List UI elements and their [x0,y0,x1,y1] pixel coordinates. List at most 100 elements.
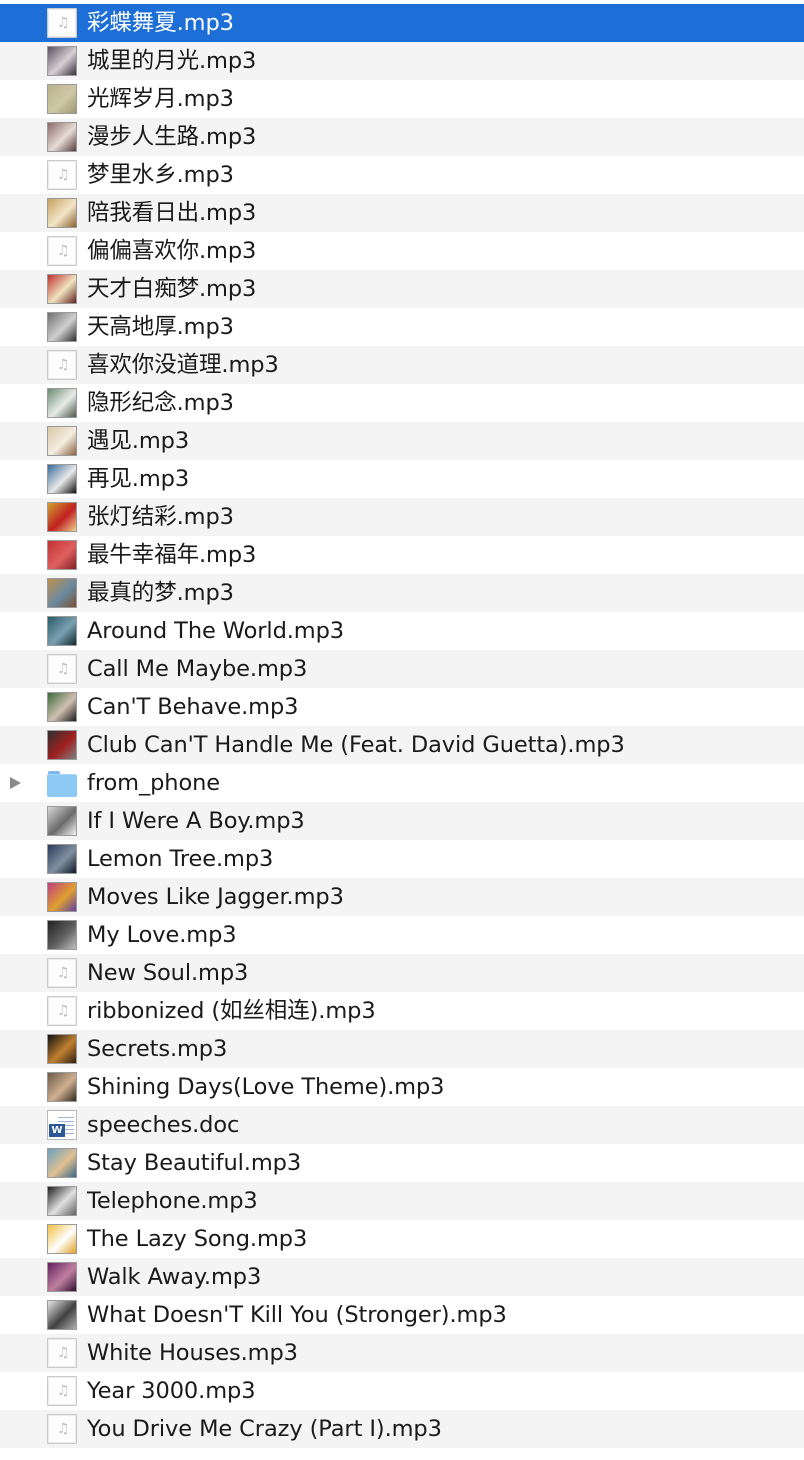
album-art-icon [47,122,77,152]
file-name-label: 偏偏喜欢你.mp3 [87,238,257,264]
file-name-label: 喜欢你没道理.mp3 [87,352,279,378]
file-row[interactable]: Shining Days(Love Theme).mp3 [0,1068,804,1106]
album-art-icon [47,844,77,874]
file-name-label: 彩蝶舞夏.mp3 [87,10,234,36]
file-name-label: My Love.mp3 [87,922,237,948]
album-art-icon [47,1148,77,1178]
file-row[interactable]: 城里的月光.mp3 [0,42,804,80]
album-art-icon [47,1034,77,1064]
file-name-label: 漫步人生路.mp3 [87,124,257,150]
file-row[interactable]: Club Can'T Handle Me (Feat. David Guetta… [0,726,804,764]
file-row[interactable]: ♫ Year 3000.mp3 [0,1372,804,1410]
album-art-icon [47,806,77,836]
file-name-label: 隐形纪念.mp3 [87,390,234,416]
file-row[interactable]: ♫ 偏偏喜欢你.mp3 [0,232,804,270]
file-row[interactable]: Lemon Tree.mp3 [0,840,804,878]
album-art-icon [47,502,77,532]
file-row[interactable]: Stay Beautiful.mp3 [0,1144,804,1182]
file-row[interactable]: 最真的梦.mp3 [0,574,804,612]
file-row[interactable]: 陪我看日出.mp3 [0,194,804,232]
album-art-icon [47,540,77,570]
file-row[interactable]: Can'T Behave.mp3 [0,688,804,726]
file-row[interactable]: ♫ New Soul.mp3 [0,954,804,992]
file-name-label: 陪我看日出.mp3 [87,200,257,226]
music-file-icon: ♫ [47,160,77,190]
file-name-label: 再见.mp3 [87,466,190,492]
file-name-label: 最牛幸福年.mp3 [87,542,257,568]
folder-row[interactable]: from_phone [0,764,804,802]
file-name-label: White Houses.mp3 [87,1340,298,1366]
file-name-label: Call Me Maybe.mp3 [87,656,308,682]
file-name-label: If I Were A Boy.mp3 [87,808,305,834]
disclosure-triangle-icon[interactable] [10,777,21,789]
file-row[interactable]: ♫ ribbonized (如丝相连).mp3 [0,992,804,1030]
file-row[interactable]: 天才白痴梦.mp3 [0,270,804,308]
album-art-icon [47,1300,77,1330]
album-art-icon [47,312,77,342]
file-row[interactable]: What Doesn'T Kill You (Stronger).mp3 [0,1296,804,1334]
file-name-label: New Soul.mp3 [87,960,249,986]
file-name-label: Lemon Tree.mp3 [87,846,274,872]
album-art-icon [47,578,77,608]
file-name-label: Around The World.mp3 [87,618,345,644]
file-row[interactable]: ♫ 彩蝶舞夏.mp3 [0,4,804,42]
file-row[interactable]: ♫ 梦里水乡.mp3 [0,156,804,194]
file-name-label: Year 3000.mp3 [87,1378,256,1404]
album-art-icon [47,1072,77,1102]
file-row[interactable]: Secrets.mp3 [0,1030,804,1068]
music-file-icon: ♫ [47,996,77,1026]
album-art-icon [47,426,77,456]
file-row[interactable]: Around The World.mp3 [0,612,804,650]
file-row[interactable]: 光辉岁月.mp3 [0,80,804,118]
file-row[interactable]: 天高地厚.mp3 [0,308,804,346]
album-art-icon [47,730,77,760]
file-row[interactable]: 最牛幸福年.mp3 [0,536,804,574]
file-name-label: 张灯结彩.mp3 [87,504,234,530]
music-file-icon: ♫ [47,1376,77,1406]
folder-icon [47,768,77,798]
file-row[interactable]: 再见.mp3 [0,460,804,498]
album-art-icon [47,1186,77,1216]
file-name-label: Telephone.mp3 [87,1188,258,1214]
album-art-icon [47,388,77,418]
file-row[interactable]: If I Were A Boy.mp3 [0,802,804,840]
word-doc-icon: W [47,1110,77,1140]
file-name-label: Secrets.mp3 [87,1036,228,1062]
album-art-icon [47,464,77,494]
file-row[interactable]: Moves Like Jagger.mp3 [0,878,804,916]
file-name-label: 梦里水乡.mp3 [87,162,234,188]
file-name-label: 遇见.mp3 [87,428,190,454]
file-row[interactable]: 遇见.mp3 [0,422,804,460]
file-name-label: Club Can'T Handle Me (Feat. David Guetta… [87,732,625,758]
file-row[interactable]: 隐形纪念.mp3 [0,384,804,422]
music-file-icon: ♫ [47,654,77,684]
file-row[interactable]: My Love.mp3 [0,916,804,954]
file-row[interactable]: ♫ 喜欢你没道理.mp3 [0,346,804,384]
file-name-label: Stay Beautiful.mp3 [87,1150,302,1176]
file-name-label: 天高地厚.mp3 [87,314,234,340]
file-row[interactable]: 张灯结彩.mp3 [0,498,804,536]
file-row[interactable]: 漫步人生路.mp3 [0,118,804,156]
music-file-icon: ♫ [47,350,77,380]
album-art-icon [47,198,77,228]
file-name-label: What Doesn'T Kill You (Stronger).mp3 [87,1302,507,1328]
file-row[interactable]: Walk Away.mp3 [0,1258,804,1296]
file-row[interactable]: ♫ White Houses.mp3 [0,1334,804,1372]
file-name-label: 城里的月光.mp3 [87,48,257,74]
music-file-icon: ♫ [47,958,77,988]
file-name-label: speeches.doc [87,1112,240,1138]
album-art-icon [47,46,77,76]
file-name-label: 最真的梦.mp3 [87,580,234,606]
file-name-label: from_phone [87,770,221,796]
file-name-label: The Lazy Song.mp3 [87,1226,308,1252]
album-art-icon [47,920,77,950]
file-row[interactable]: Wspeeches.doc [0,1106,804,1144]
album-art-icon [47,1224,77,1254]
file-row[interactable]: The Lazy Song.mp3 [0,1220,804,1258]
file-row[interactable]: ♫ You Drive Me Crazy (Part I).mp3 [0,1410,804,1448]
file-name-label: You Drive Me Crazy (Part I).mp3 [87,1416,442,1442]
album-art-icon [47,84,77,114]
file-row[interactable]: ♫ Call Me Maybe.mp3 [0,650,804,688]
file-name-label: 光辉岁月.mp3 [87,86,234,112]
file-row[interactable]: Telephone.mp3 [0,1182,804,1220]
